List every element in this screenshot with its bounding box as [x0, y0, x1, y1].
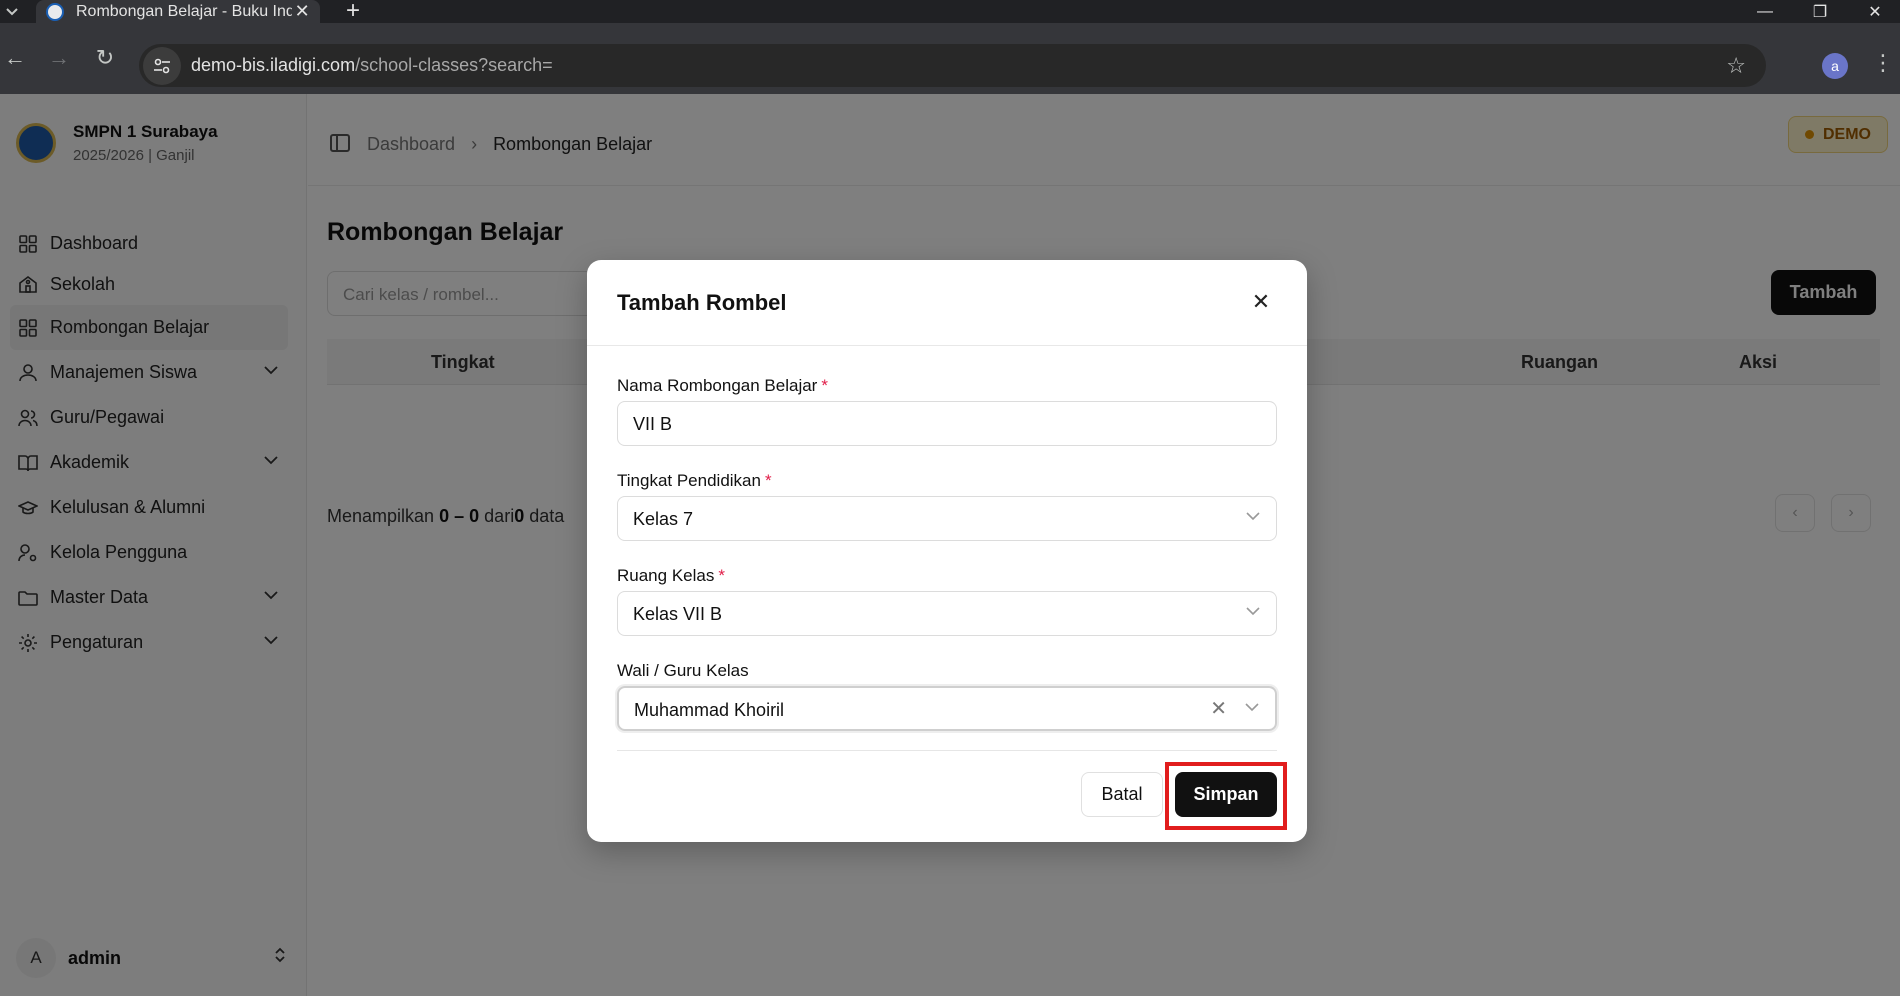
ruang-kelas-label: Ruang Kelas * — [617, 566, 725, 586]
divider — [617, 750, 1277, 751]
clear-icon[interactable]: ✕ — [1210, 696, 1227, 721]
browser-tab-strip: Rombongan Belajar - Buku Indu ✕ + — ❐ ✕ — [0, 0, 1900, 23]
label-text: Tingkat Pendidikan — [617, 471, 761, 490]
close-window-icon[interactable]: ✕ — [1852, 0, 1898, 23]
school-logo-icon — [46, 2, 64, 21]
bookmark-star-icon[interactable]: ☆ — [1726, 53, 1746, 79]
tab-search-button[interactable] — [0, 0, 24, 23]
browser-tab[interactable]: Rombongan Belajar - Buku Indu ✕ — [36, 0, 320, 23]
required-mark: * — [821, 376, 828, 395]
minimize-icon[interactable]: — — [1742, 0, 1788, 23]
reload-icon[interactable]: ↻ — [90, 43, 120, 73]
select-value: Kelas VII B — [633, 604, 723, 624]
required-mark: * — [764, 471, 772, 490]
chevron-down-icon — [6, 7, 18, 15]
save-button-highlight — [1165, 762, 1287, 830]
tingkat-pendidikan-select[interactable]: Kelas 7 — [617, 496, 1277, 541]
chevron-down-icon — [1246, 603, 1260, 619]
label-text: Ruang Kelas — [617, 566, 715, 585]
address-bar[interactable]: demo-bis.iladigi.com/school-classes?sear… — [139, 44, 1766, 87]
dialog-title: Tambah Rombel — [617, 290, 787, 315]
site-info-icon[interactable] — [143, 46, 181, 85]
cancel-button[interactable]: Batal — [1081, 772, 1163, 817]
nama-rombel-input[interactable]: VII B — [617, 401, 1277, 446]
chevron-down-icon — [1245, 699, 1259, 715]
browser-menu-icon[interactable]: ⋮ — [1872, 50, 1894, 76]
select-value: Kelas 7 — [633, 509, 694, 529]
tingkat-pendidikan-label: Tingkat Pendidikan * — [617, 471, 772, 491]
nama-rombel-label: Nama Rombongan Belajar * — [617, 376, 828, 396]
wali-kelas-label: Wali / Guru Kelas — [617, 661, 749, 680]
browser-toolbar: ← → ↻ demo-bis.iladigi.com/school-classe… — [0, 23, 1900, 94]
dialog-header: Tambah Rombel ✕ — [587, 260, 1307, 346]
wali-kelas-select[interactable]: Muhammad Khoiril ✕ — [617, 686, 1277, 731]
add-rombel-dialog: Tambah Rombel ✕ Nama Rombongan Belajar * … — [587, 260, 1307, 842]
ruang-kelas-select[interactable]: Kelas VII B — [617, 591, 1277, 636]
close-tab-icon[interactable]: ✕ — [292, 1, 312, 22]
required-mark: * — [718, 566, 725, 585]
select-value: Muhammad Khoiril — [634, 700, 785, 720]
url-text: demo-bis.iladigi.com/school-classes?sear… — [191, 55, 553, 76]
new-tab-button[interactable]: + — [342, 0, 364, 23]
label-text: Nama Rombongan Belajar — [617, 376, 818, 395]
url-path: /school-classes?search= — [355, 55, 553, 75]
back-icon[interactable]: ← — [0, 43, 30, 73]
chevron-down-icon — [1246, 508, 1260, 524]
forward-icon[interactable]: → — [44, 43, 74, 73]
close-icon[interactable]: ✕ — [1247, 288, 1275, 316]
restore-icon[interactable]: ❐ — [1797, 0, 1843, 23]
url-host: demo-bis.iladigi.com — [191, 55, 356, 75]
profile-avatar[interactable]: a — [1822, 53, 1848, 79]
tab-title: Rombongan Belajar - Buku Indu — [76, 2, 293, 20]
